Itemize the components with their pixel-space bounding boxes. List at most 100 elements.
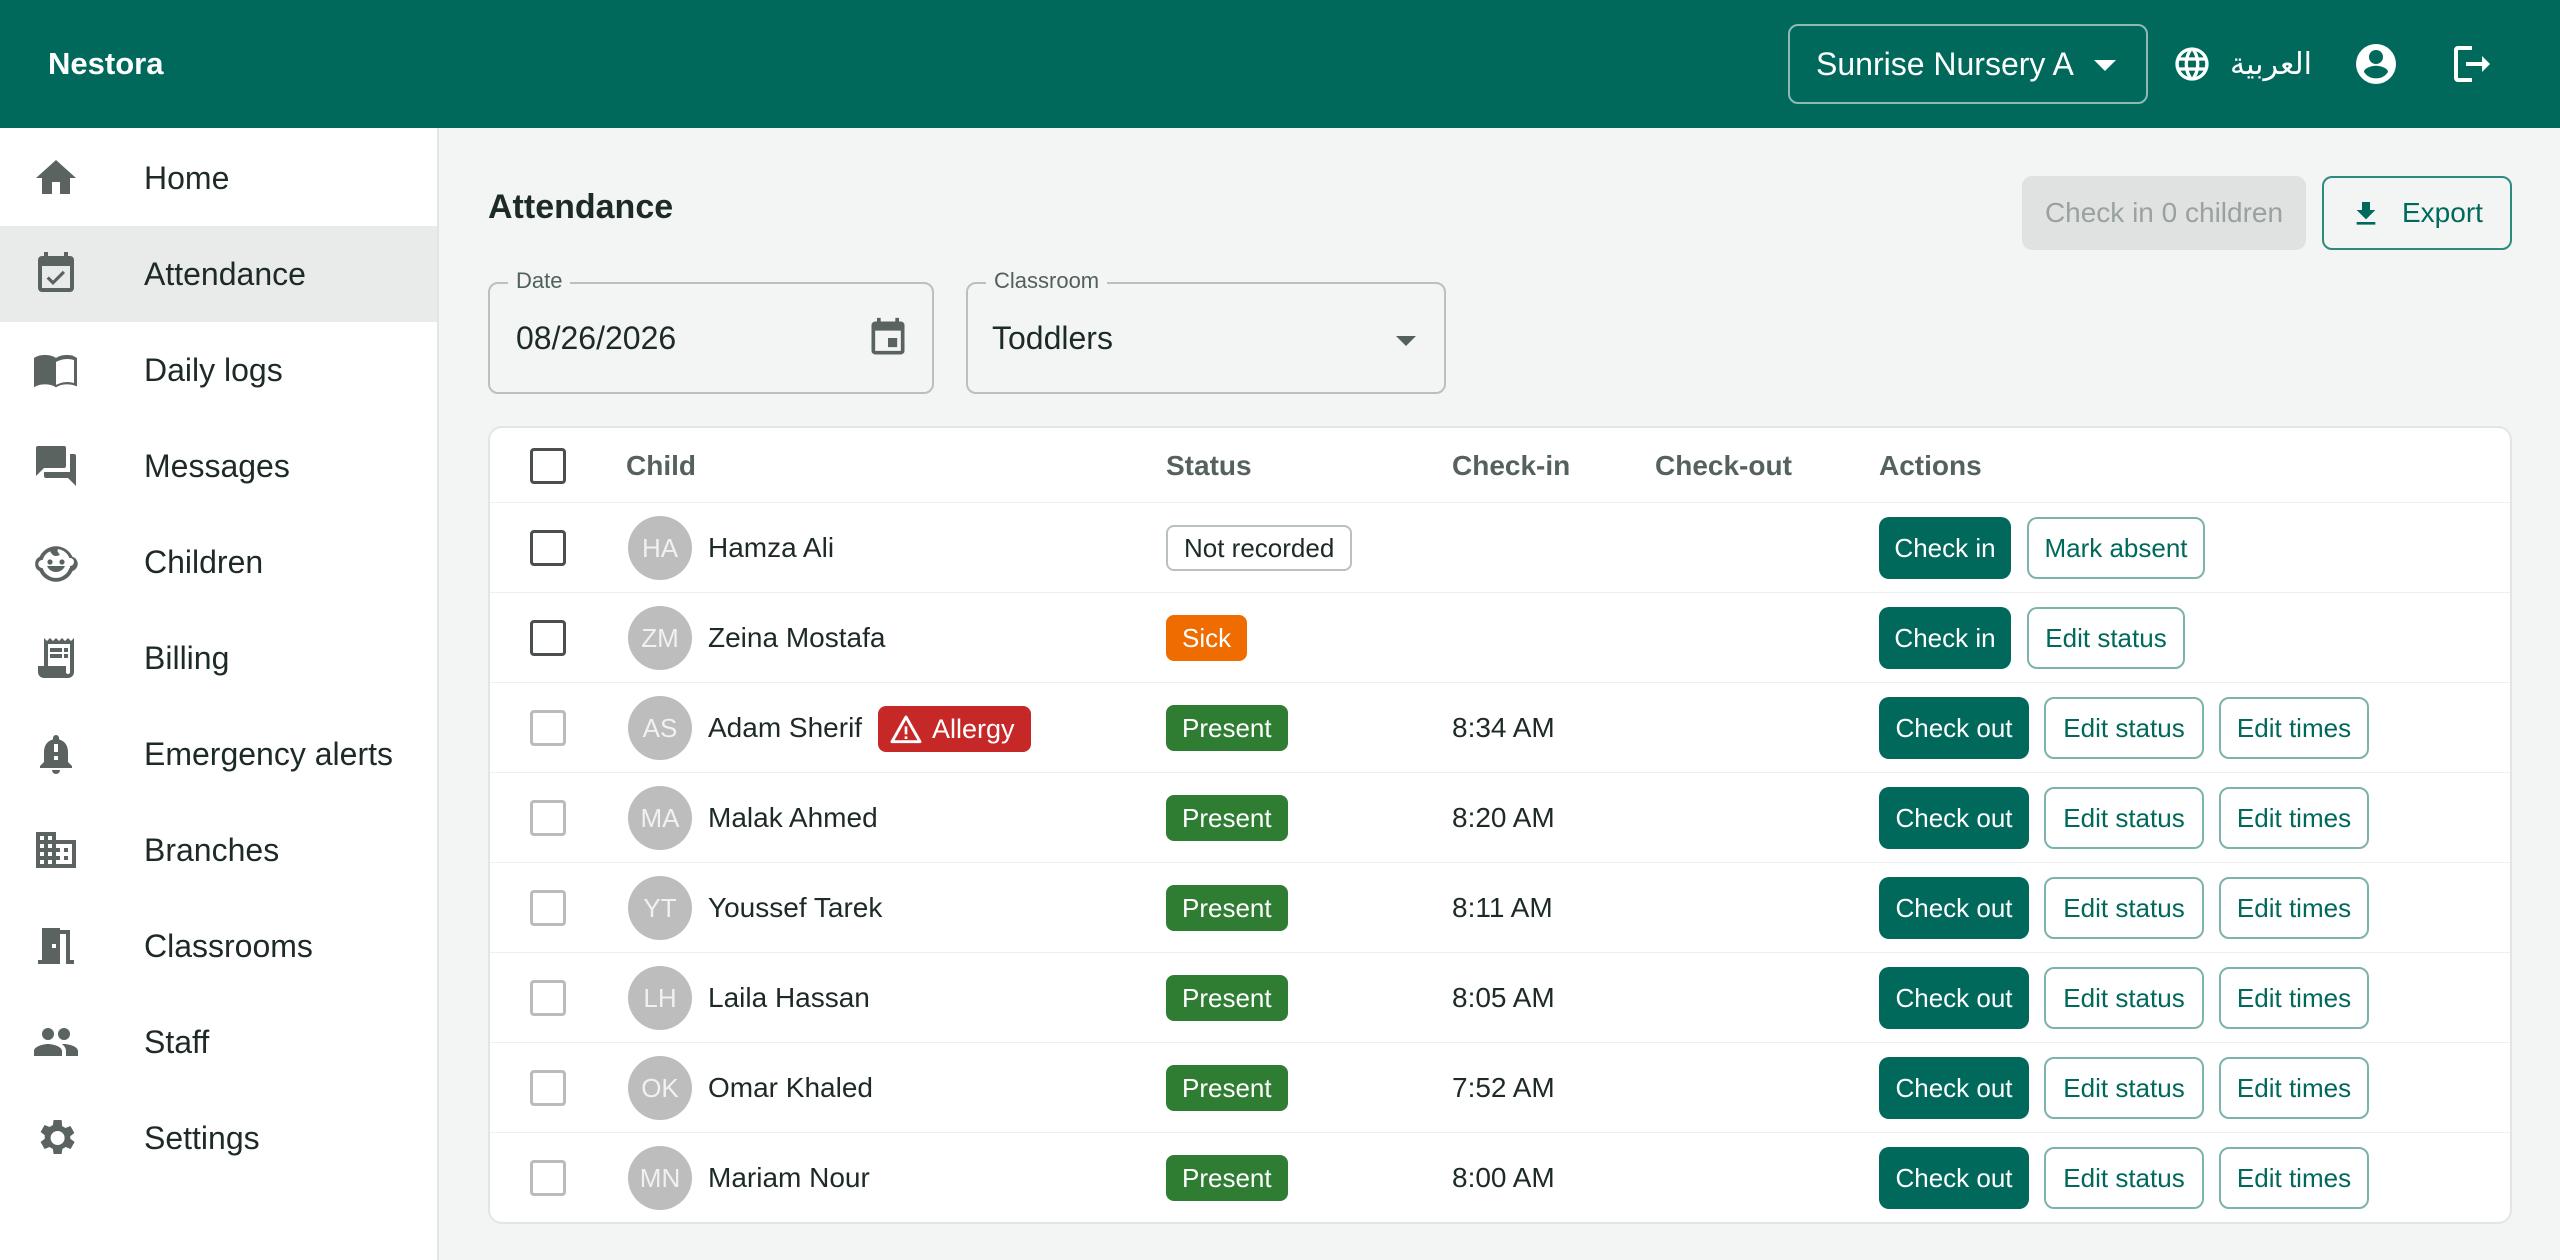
edit-times-button[interactable]: Edit times	[2219, 877, 2369, 939]
globe-icon	[2175, 47, 2209, 81]
row-checkbox[interactable]	[530, 980, 566, 1016]
sidebar-item-staff[interactable]: Staff	[0, 994, 437, 1090]
classroom-select[interactable]: Classroom Toddlers	[966, 268, 1446, 394]
row-checkbox[interactable]	[530, 530, 566, 566]
check-in-button[interactable]: Check in	[1879, 517, 2011, 579]
check-in-button[interactable]: Check in	[1879, 607, 2011, 669]
check-out-button[interactable]: Check out	[1879, 1057, 2029, 1119]
classroom-select-value: Toddlers	[992, 320, 1113, 356]
status-badge: Present	[1166, 885, 1288, 931]
sidebar-item-emergency-alerts[interactable]: Emergency alerts	[0, 706, 437, 802]
app-logo-text[interactable]: Nestora	[48, 0, 163, 128]
edit-status-button[interactable]: Edit status	[2044, 1147, 2204, 1209]
edit-times-button[interactable]: Edit times	[2219, 697, 2369, 759]
status-badge: Present	[1166, 795, 1288, 841]
sidebar-item-label: Children	[144, 544, 264, 580]
status-badge: Not recorded	[1166, 525, 1353, 571]
check-out-button[interactable]: Check out	[1879, 1147, 2029, 1209]
sidebar-item-label: Classrooms	[144, 928, 313, 964]
sidebar-item-label: Attendance	[144, 256, 306, 292]
edit-times-button[interactable]: Edit times	[2219, 1057, 2369, 1119]
date-field[interactable]: Date 08/26/2026	[488, 268, 934, 394]
column-header-status: Status	[1166, 450, 1252, 481]
check-out-button[interactable]: Check out	[1879, 697, 2029, 759]
table-row: OK Omar Khaled Present 7:52 AM Check out…	[490, 1042, 2510, 1132]
edit-status-button[interactable]: Edit status	[2044, 877, 2204, 939]
table-row: AS Adam Sherif Allergy Present 8:34 AM C…	[490, 682, 2510, 772]
avatar: MA	[628, 786, 692, 850]
child-name[interactable]: Adam Sherif	[708, 683, 862, 773]
export-button-label: Export	[2402, 197, 2483, 228]
row-checkbox[interactable]	[530, 800, 566, 836]
status-badge: Present	[1166, 975, 1288, 1021]
sidebar-item-daily-logs[interactable]: Daily logs	[0, 322, 437, 418]
bulk-check-in-button[interactable]: Check in 0 children	[2022, 176, 2306, 250]
logout-icon[interactable]	[2448, 40, 2496, 88]
edit-times-button[interactable]: Edit times	[2219, 787, 2369, 849]
row-checkbox[interactable]	[530, 1070, 566, 1106]
child-name[interactable]: Laila Hassan	[708, 953, 870, 1043]
avatar: YT	[628, 876, 692, 940]
select-all-checkbox[interactable]	[530, 448, 566, 484]
sidebar-item-settings[interactable]: Settings	[0, 1090, 437, 1186]
child-name[interactable]: Zeina Mostafa	[708, 593, 885, 683]
child-name[interactable]: Omar Khaled	[708, 1043, 873, 1133]
table-row: YT Youssef Tarek Present 8:11 AM Check o…	[490, 862, 2510, 952]
table-row: MN Mariam Nour Present 8:00 AM Check out…	[490, 1132, 2510, 1222]
export-button[interactable]: Export	[2322, 176, 2512, 250]
sidebar: Home Attendance Daily logs Messages Chil…	[0, 128, 439, 1260]
allergy-badge[interactable]: Allergy	[878, 706, 1031, 752]
sidebar-item-children[interactable]: Children	[0, 514, 437, 610]
download-icon	[2356, 202, 2376, 225]
check-out-button[interactable]: Check out	[1879, 967, 2029, 1029]
branch-select[interactable]: Sunrise Nursery A	[1788, 24, 2148, 104]
avatar: ZM	[628, 606, 692, 670]
sidebar-item-label: Emergency alerts	[144, 736, 393, 772]
edit-status-button[interactable]: Edit status	[2044, 1057, 2204, 1119]
check-out-button[interactable]: Check out	[1879, 877, 2029, 939]
allergy-badge-label: Allergy	[932, 714, 1015, 744]
edit-times-button[interactable]: Edit times	[2219, 1147, 2369, 1209]
edit-status-button[interactable]: Edit status	[2044, 967, 2204, 1029]
row-checkbox[interactable]	[530, 890, 566, 926]
edit-status-button[interactable]: Edit status	[2044, 787, 2204, 849]
column-header-child: Child	[626, 450, 696, 481]
sidebar-item-classrooms[interactable]: Classrooms	[0, 898, 437, 994]
edit-status-button[interactable]: Edit status	[2044, 697, 2204, 759]
home-icon	[36, 160, 76, 194]
sidebar-item-attendance[interactable]: Attendance	[0, 226, 437, 322]
avatar: OK	[628, 1056, 692, 1120]
edit-times-button[interactable]: Edit times	[2219, 967, 2369, 1029]
account-circle-icon[interactable]	[2352, 40, 2400, 88]
sidebar-item-branches[interactable]: Branches	[0, 802, 437, 898]
check-in-time: 8:20 AM	[1452, 802, 1555, 833]
chevron-down-icon	[2094, 60, 2116, 71]
sidebar-item-label: Settings	[144, 1120, 260, 1156]
language-switch[interactable]: العربية	[2172, 40, 2312, 88]
status-badge: Present	[1166, 705, 1288, 751]
child-name[interactable]: Hamza Ali	[708, 503, 834, 593]
sidebar-item-billing[interactable]: Billing	[0, 610, 437, 706]
check-out-button[interactable]: Check out	[1879, 787, 2029, 849]
edit-status-button[interactable]: Edit status	[2027, 607, 2185, 669]
mark-absent-button[interactable]: Mark absent	[2027, 517, 2205, 579]
check-in-time: 8:00 AM	[1452, 1162, 1555, 1193]
child-face-icon	[35, 546, 78, 582]
child-name[interactable]: Malak Ahmed	[708, 773, 878, 863]
status-badge: Present	[1166, 1065, 1288, 1111]
column-header-check-in: Check-in	[1452, 450, 1571, 481]
forum-icon	[36, 446, 76, 486]
sidebar-item-messages[interactable]: Messages	[0, 418, 437, 514]
table-row: MA Malak Ahmed Present 8:20 AM Check out…	[490, 772, 2510, 862]
receipt-icon	[38, 638, 74, 678]
table-row: HA Hamza Ali Not recorded Check in Mark …	[490, 502, 2510, 592]
child-name[interactable]: Youssef Tarek	[708, 863, 882, 953]
date-field-value: 08/26/2026	[516, 320, 677, 356]
calendar-icon[interactable]	[866, 316, 910, 360]
row-checkbox[interactable]	[530, 710, 566, 746]
chevron-down-icon	[1396, 336, 1416, 346]
row-checkbox[interactable]	[530, 620, 566, 656]
sidebar-item-home[interactable]: Home	[0, 130, 437, 226]
child-name[interactable]: Mariam Nour	[708, 1133, 870, 1223]
row-checkbox[interactable]	[530, 1160, 566, 1196]
